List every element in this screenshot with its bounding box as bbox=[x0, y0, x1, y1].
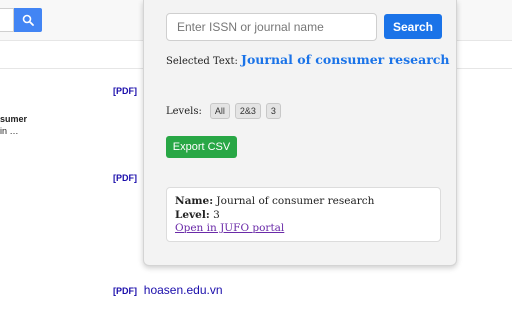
export-csv-button[interactable]: Export CSV bbox=[166, 136, 237, 158]
selected-text-value: Journal of consumer research bbox=[241, 52, 450, 67]
pdf-tag: [PDF] bbox=[113, 86, 137, 96]
jufo-portal-link[interactable]: Open in JUFO portal bbox=[175, 222, 284, 234]
level-chip-2-3[interactable]: 2&3 bbox=[234, 103, 261, 119]
level-label: Level: bbox=[175, 208, 210, 221]
background-snippet-text: in … bbox=[0, 126, 19, 136]
result-level-row: Level: 3 bbox=[175, 209, 432, 223]
search-button[interactable]: Search bbox=[384, 14, 442, 39]
pdf-tag: [PDF] bbox=[113, 286, 137, 296]
result-domain-link[interactable]: hoasen.edu.vn bbox=[144, 283, 223, 297]
selected-text-label: Selected Text: bbox=[166, 56, 238, 67]
levels-label: Levels: bbox=[166, 105, 202, 117]
journal-result-card: Name: Journal of consumer research Level… bbox=[166, 187, 441, 242]
level-chip-all[interactable]: All bbox=[209, 103, 230, 119]
background-search-input[interactable] bbox=[0, 8, 14, 32]
level-value: 3 bbox=[213, 208, 220, 221]
level-chip-3[interactable]: 3 bbox=[265, 103, 281, 119]
background-search-button[interactable] bbox=[14, 8, 42, 32]
result-link-row: Open in JUFO portal bbox=[175, 222, 432, 236]
selected-text-row: Selected Text: Journal of consumer resea… bbox=[166, 52, 451, 67]
levels-filter: Levels: All 2&3 3 bbox=[166, 103, 281, 119]
background-result-2[interactable]: [PDF] hoasen.edu.vn bbox=[113, 283, 223, 297]
search-icon bbox=[22, 14, 34, 26]
result-name-row: Name: Journal of consumer research bbox=[175, 195, 432, 209]
name-value: Journal of consumer research bbox=[216, 195, 375, 207]
journal-search-input[interactable] bbox=[166, 13, 377, 41]
pdf-tag: [PDF] bbox=[113, 173, 137, 183]
name-label: Name: bbox=[175, 195, 214, 207]
extension-popup: Search Selected Text: Journal of consume… bbox=[143, 0, 457, 266]
